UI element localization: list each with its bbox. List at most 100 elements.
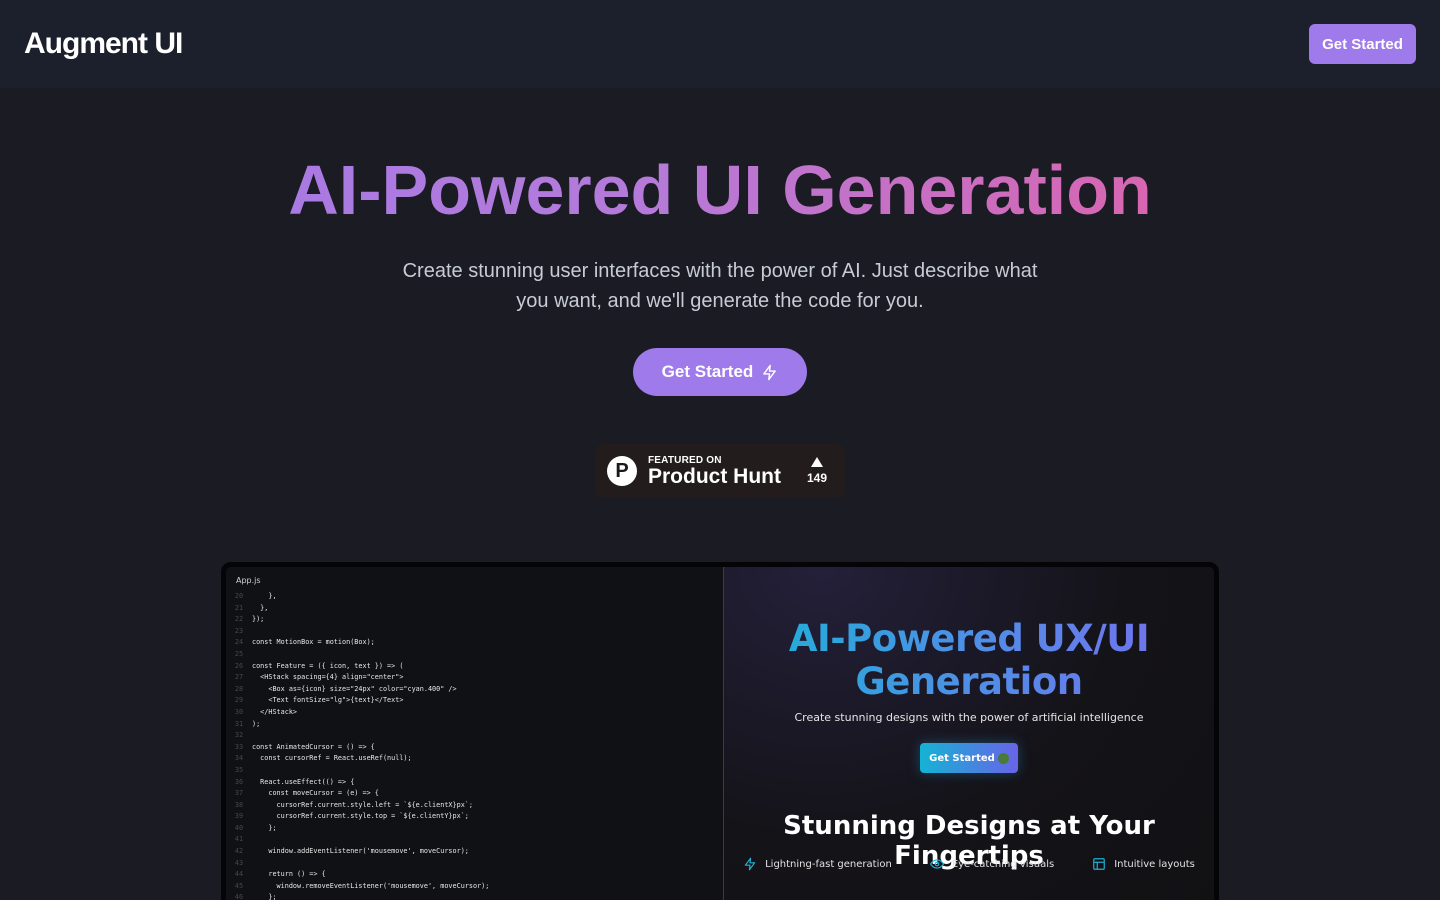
preview-features: Lightning-fast generation Eye-catching v… <box>724 857 1214 871</box>
code-line: 45 window.removeEventListener('mousemove… <box>226 881 723 893</box>
code-editor-pane: App.js 20 }, 21 }, 22}); 23 24 const MotionBo… <box>226 567 724 900</box>
cursor-dot <box>997 752 1009 764</box>
line-number: 20 <box>234 592 244 600</box>
line-number: 28 <box>234 684 244 693</box>
line-number: 30 <box>234 707 244 716</box>
upvote-counter: 149 <box>807 457 827 485</box>
line-number: 46 <box>234 893 244 900</box>
code-text: ); <box>252 719 261 728</box>
line-number: 27 <box>234 673 244 682</box>
product-hunt-name: Product Hunt <box>648 464 781 488</box>
get-started-button-nav[interactable]: Get Started <box>1309 24 1416 64</box>
line-number: 42 <box>234 847 244 856</box>
line-number: 45 <box>234 881 244 890</box>
code-text: const MotionBox = motion(Box); <box>252 638 375 647</box>
code-line: 38 cursorRef.current.style.left = `${e.c… <box>226 800 723 812</box>
line-number: 37 <box>234 789 244 798</box>
line-number: 24 <box>234 638 244 647</box>
line-number: 33 <box>234 742 244 751</box>
code-text: const Feature = ({ icon, text }) => ( <box>252 661 404 670</box>
line-number: 43 <box>234 858 244 867</box>
hero-cta-label: Get Started <box>661 362 754 381</box>
code-text: window.addEventListener('mousemove', mov… <box>252 847 469 856</box>
preview-subtitle: Create stunning designs with the power o… <box>794 711 1144 724</box>
line-number: 31 <box>234 719 244 728</box>
preview-get-started-button[interactable]: Get Started <box>920 743 1018 773</box>
line-number: 29 <box>234 696 244 705</box>
line-number: 41 <box>234 835 244 844</box>
line-number: 38 <box>234 800 244 809</box>
line-number: 21 <box>234 603 244 612</box>
upvote-count: 149 <box>806 471 827 485</box>
product-hunt-badge[interactable]: P FEATURED ON Product Hunt 149 <box>595 444 845 498</box>
line-number: 25 <box>234 649 244 658</box>
line-number: 36 <box>234 777 244 786</box>
code-line: 29 <Text fontSize="lg">{text}</Text> <box>226 695 723 707</box>
code-text: }, <box>252 592 277 600</box>
code-line: 20 }, <box>226 591 723 603</box>
code-line: 27 <HStack spacing={4} align="center"> <box>226 672 723 684</box>
code-line: 24 const MotionBox = motion(Box); <box>226 637 723 649</box>
preview-cta-label: Get Started <box>929 752 995 764</box>
code-line: 32 <box>226 730 723 742</box>
code-text: }; <box>252 823 277 832</box>
code-text: const moveCursor = (e) => { <box>252 789 379 798</box>
code-text: cursorRef.current.style.left = `${e.clie… <box>252 800 473 809</box>
code-line: 44 return () => { <box>226 869 723 881</box>
product-hunt-logo-icon: P <box>607 456 637 486</box>
code-text: React.useEffect(() => { <box>252 777 355 786</box>
line-number: 22 <box>234 615 244 624</box>
preview-title: AI-Powered UX/UI Generation <box>724 617 1214 703</box>
feature-item: Intuitive layouts <box>1092 857 1195 871</box>
code-text: }); <box>252 615 265 624</box>
code-line: 40 }; <box>226 823 723 835</box>
code-line: 34 const cursorRef = React.useRef(null); <box>226 753 723 765</box>
get-started-button-hero[interactable]: Get Started <box>633 348 807 396</box>
feature-label: Intuitive layouts <box>1114 858 1195 870</box>
code-text: cursorRef.current.style.top = `${e.clien… <box>252 812 469 821</box>
line-number: 40 <box>234 823 244 832</box>
code-line: 42 window.addEventListener('mousemove', … <box>226 846 723 858</box>
live-preview-pane: AI-Powered UX/UI Generation Create stunn… <box>724 567 1214 900</box>
logo[interactable]: Augment UI <box>24 27 183 61</box>
hero-title: AI-Powered UI Generation <box>0 150 1440 230</box>
code-text: }, <box>252 603 269 612</box>
layout-icon <box>1093 858 1106 870</box>
top-navbar: Augment UI Get Started <box>0 0 1440 88</box>
product-hunt-text: FEATURED ON Product Hunt <box>648 455 781 488</box>
upvote-arrow-icon <box>810 457 823 467</box>
code-line: 41 <box>226 834 723 846</box>
feature-label: Eye-catching visuals <box>951 858 1055 870</box>
code-text: <HStack spacing={4} align="center"> <box>252 673 404 682</box>
code-file-tab[interactable]: App.js <box>226 567 723 591</box>
code-text: window.removeEventListener('mousemove', … <box>252 881 490 890</box>
line-number: 23 <box>234 626 244 635</box>
code-text: </HStack> <box>252 707 298 716</box>
hero-subtitle: Create stunning user interfaces with the… <box>402 260 1038 312</box>
code-line: 31); <box>226 719 723 731</box>
featured-on-label: FEATURED ON <box>648 454 722 466</box>
feature-item: Eye-catching visuals <box>929 857 1055 871</box>
line-number: 39 <box>234 812 244 821</box>
code-line: 43 <box>226 858 723 870</box>
line-number: 32 <box>234 731 244 740</box>
code-line: 26 const Feature = ({ icon, text }) => ( <box>226 661 723 673</box>
code-line: 25 <box>226 649 723 661</box>
feature-item: Lightning-fast generation <box>743 857 892 871</box>
code-text: const cursorRef = React.useRef(null); <box>252 754 412 763</box>
code-text: <Text fontSize="lg">{text}</Text> <box>252 696 404 705</box>
line-number: 35 <box>234 765 244 774</box>
code-line: 33 const AnimatedCursor = () => { <box>226 742 723 754</box>
code-text: <Box as={icon} size="24px" color="cyan.4… <box>252 684 457 693</box>
line-number: 44 <box>234 870 244 879</box>
lightning-icon <box>744 857 756 871</box>
code-text: return () => { <box>252 870 326 879</box>
code-text: }; <box>252 893 277 900</box>
code-line: 30 </HStack> <box>226 707 723 719</box>
line-number: 34 <box>234 754 244 763</box>
code-text: const AnimatedCursor = () => { <box>252 742 375 751</box>
line-number: 26 <box>234 661 244 670</box>
eye-icon <box>929 859 944 869</box>
code-line: 36 React.useEffect(() => { <box>226 777 723 789</box>
code-line: 37 const moveCursor = (e) => { <box>226 788 723 800</box>
